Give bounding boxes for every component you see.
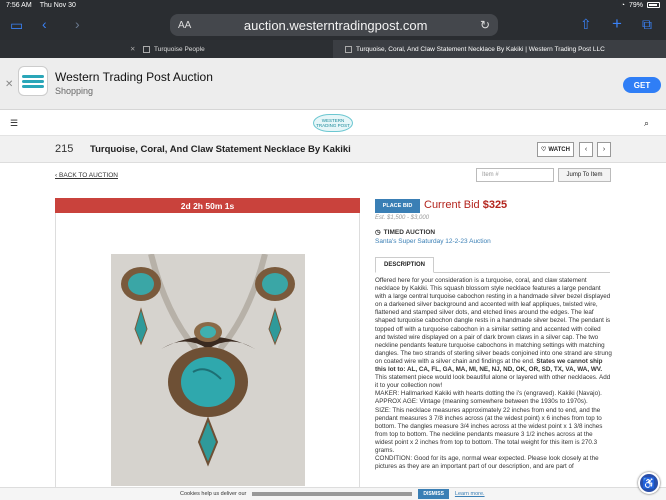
maker-info: MAKER: Hallmarked Kakiki with hearts dot… bbox=[375, 390, 602, 398]
auction-type-label: TIMED AUCTION bbox=[383, 228, 436, 236]
tab-label: Turquoise People bbox=[154, 45, 205, 53]
dismiss-button[interactable]: DISMISS bbox=[418, 489, 449, 499]
back-to-auction-link[interactable]: ‹ BACK TO AUCTION bbox=[55, 172, 118, 179]
description-intro: Offered here for your consideration is a… bbox=[375, 277, 612, 365]
close-tab-icon[interactable]: ✕ bbox=[130, 45, 135, 53]
status-date: Thu Nov 30 bbox=[39, 1, 76, 9]
countdown-timer: 2d 2h 50m 1s bbox=[55, 198, 360, 213]
current-bid-label: Current Bid bbox=[424, 199, 480, 211]
battery-percent: 79% bbox=[628, 1, 643, 9]
redacted-text bbox=[252, 492, 413, 496]
auction-type: ◷ TIMED AUCTION bbox=[375, 228, 436, 237]
browser-tabs: ✕ Turquoise People Turquoise, Coral, And… bbox=[0, 40, 666, 58]
tab-current-lot[interactable]: Turquoise, Coral, And Claw Statement Nec… bbox=[333, 40, 666, 58]
browser-toolbar: ▭ ‹ › AA auction.westerntradingpost.com … bbox=[0, 10, 666, 40]
status-bar: 7:56 AM Thu Nov 30 ◔ 79% bbox=[0, 0, 666, 10]
new-tab-icon[interactable]: + bbox=[612, 14, 622, 34]
estimate: Est. $1,500 - $3,000 bbox=[375, 215, 430, 221]
condition-info: CONDITION: Good for its age, normal wear… bbox=[375, 455, 599, 471]
back-label: BACK TO AUCTION bbox=[58, 172, 118, 179]
menu-icon[interactable]: ☰ bbox=[10, 118, 18, 129]
back-arrow-icon[interactable]: ‹ bbox=[42, 16, 47, 32]
close-icon[interactable]: ✕ bbox=[5, 79, 13, 90]
url-host[interactable]: auction.westerntradingpost.com bbox=[191, 18, 480, 33]
clock-icon: ◷ bbox=[375, 229, 381, 236]
tab-overview-icon[interactable]: ⧉ bbox=[642, 16, 652, 33]
auction-event-link[interactable]: Santa's Super Saturday 12-2-23 Auction bbox=[375, 238, 491, 245]
cookie-bar: Cookies help us deliver our DISMISS Lear… bbox=[0, 487, 666, 500]
description-closing: This statement piece would look beautifu… bbox=[375, 374, 611, 390]
forward-arrow-icon[interactable]: › bbox=[75, 16, 80, 32]
status-time: 7:56 AM bbox=[6, 1, 32, 9]
watch-button[interactable]: ♡ WATCH bbox=[537, 142, 574, 157]
smart-app-banner: ✕ Western Trading Post Auction Shopping … bbox=[0, 58, 666, 110]
sidebar-icon[interactable]: ▭ bbox=[10, 17, 23, 34]
cookie-text: Cookies help us deliver our bbox=[180, 491, 247, 497]
share-icon[interactable]: ⇧ bbox=[580, 16, 592, 33]
wifi-icon: ◔ bbox=[620, 1, 625, 9]
prev-lot-button[interactable]: ‹ bbox=[579, 142, 593, 157]
age-info: APPROX AGE: Vintage (meaning somewhere b… bbox=[375, 398, 588, 406]
search-icon[interactable]: ⌕ bbox=[644, 118, 649, 129]
heart-icon: ♡ bbox=[541, 147, 547, 153]
chevron-right-icon: › bbox=[602, 146, 606, 153]
lot-description: Offered here for your consideration is a… bbox=[375, 277, 612, 471]
site-logo[interactable]: WESTERN TRADING POST bbox=[313, 114, 353, 132]
app-logo bbox=[18, 66, 48, 96]
tab-turquoise-people[interactable]: ✕ Turquoise People bbox=[0, 40, 333, 58]
reader-aa-button[interactable]: AA bbox=[178, 20, 191, 31]
tab-description[interactable]: DESCRIPTION bbox=[375, 257, 434, 273]
reload-icon[interactable]: ↻ bbox=[480, 18, 490, 32]
get-app-button[interactable]: GET bbox=[623, 77, 661, 93]
lot-number: 215 bbox=[55, 143, 74, 155]
item-number-input[interactable]: Item # bbox=[476, 168, 554, 182]
tab-label: Turquoise, Coral, And Claw Statement Nec… bbox=[356, 45, 605, 53]
jump-to-item-button[interactable]: Jump To Item bbox=[558, 168, 611, 182]
learn-more-link[interactable]: Learn more. bbox=[455, 491, 485, 497]
favicon-icon bbox=[345, 45, 352, 53]
size-info: SIZE: This necklace measures approximate… bbox=[375, 406, 603, 454]
app-name: Western Trading Post Auction bbox=[55, 70, 213, 84]
lot-title: Turquoise, Coral, And Claw Statement Nec… bbox=[90, 144, 351, 155]
lot-header: 215 Turquoise, Coral, And Claw Statement… bbox=[0, 136, 666, 163]
favicon-icon bbox=[143, 45, 150, 53]
chevron-left-icon: ‹ bbox=[584, 146, 588, 153]
current-bid-value: $325 bbox=[482, 199, 508, 211]
accessibility-icon[interactable]: ♿ bbox=[638, 472, 660, 494]
app-category: Shopping bbox=[55, 86, 94, 96]
address-bar[interactable]: AA auction.westerntradingpost.com ↻ bbox=[170, 14, 498, 36]
next-lot-button[interactable]: › bbox=[597, 142, 611, 157]
battery-icon bbox=[647, 2, 660, 8]
watch-label: WATCH bbox=[548, 146, 570, 153]
place-bid-button[interactable]: PLACE BID bbox=[375, 199, 420, 213]
current-bid: Current Bid $325 bbox=[424, 199, 507, 211]
site-header: ☰ WESTERN TRADING POST ⌕ bbox=[0, 110, 666, 136]
necklace-photo[interactable] bbox=[111, 254, 305, 486]
